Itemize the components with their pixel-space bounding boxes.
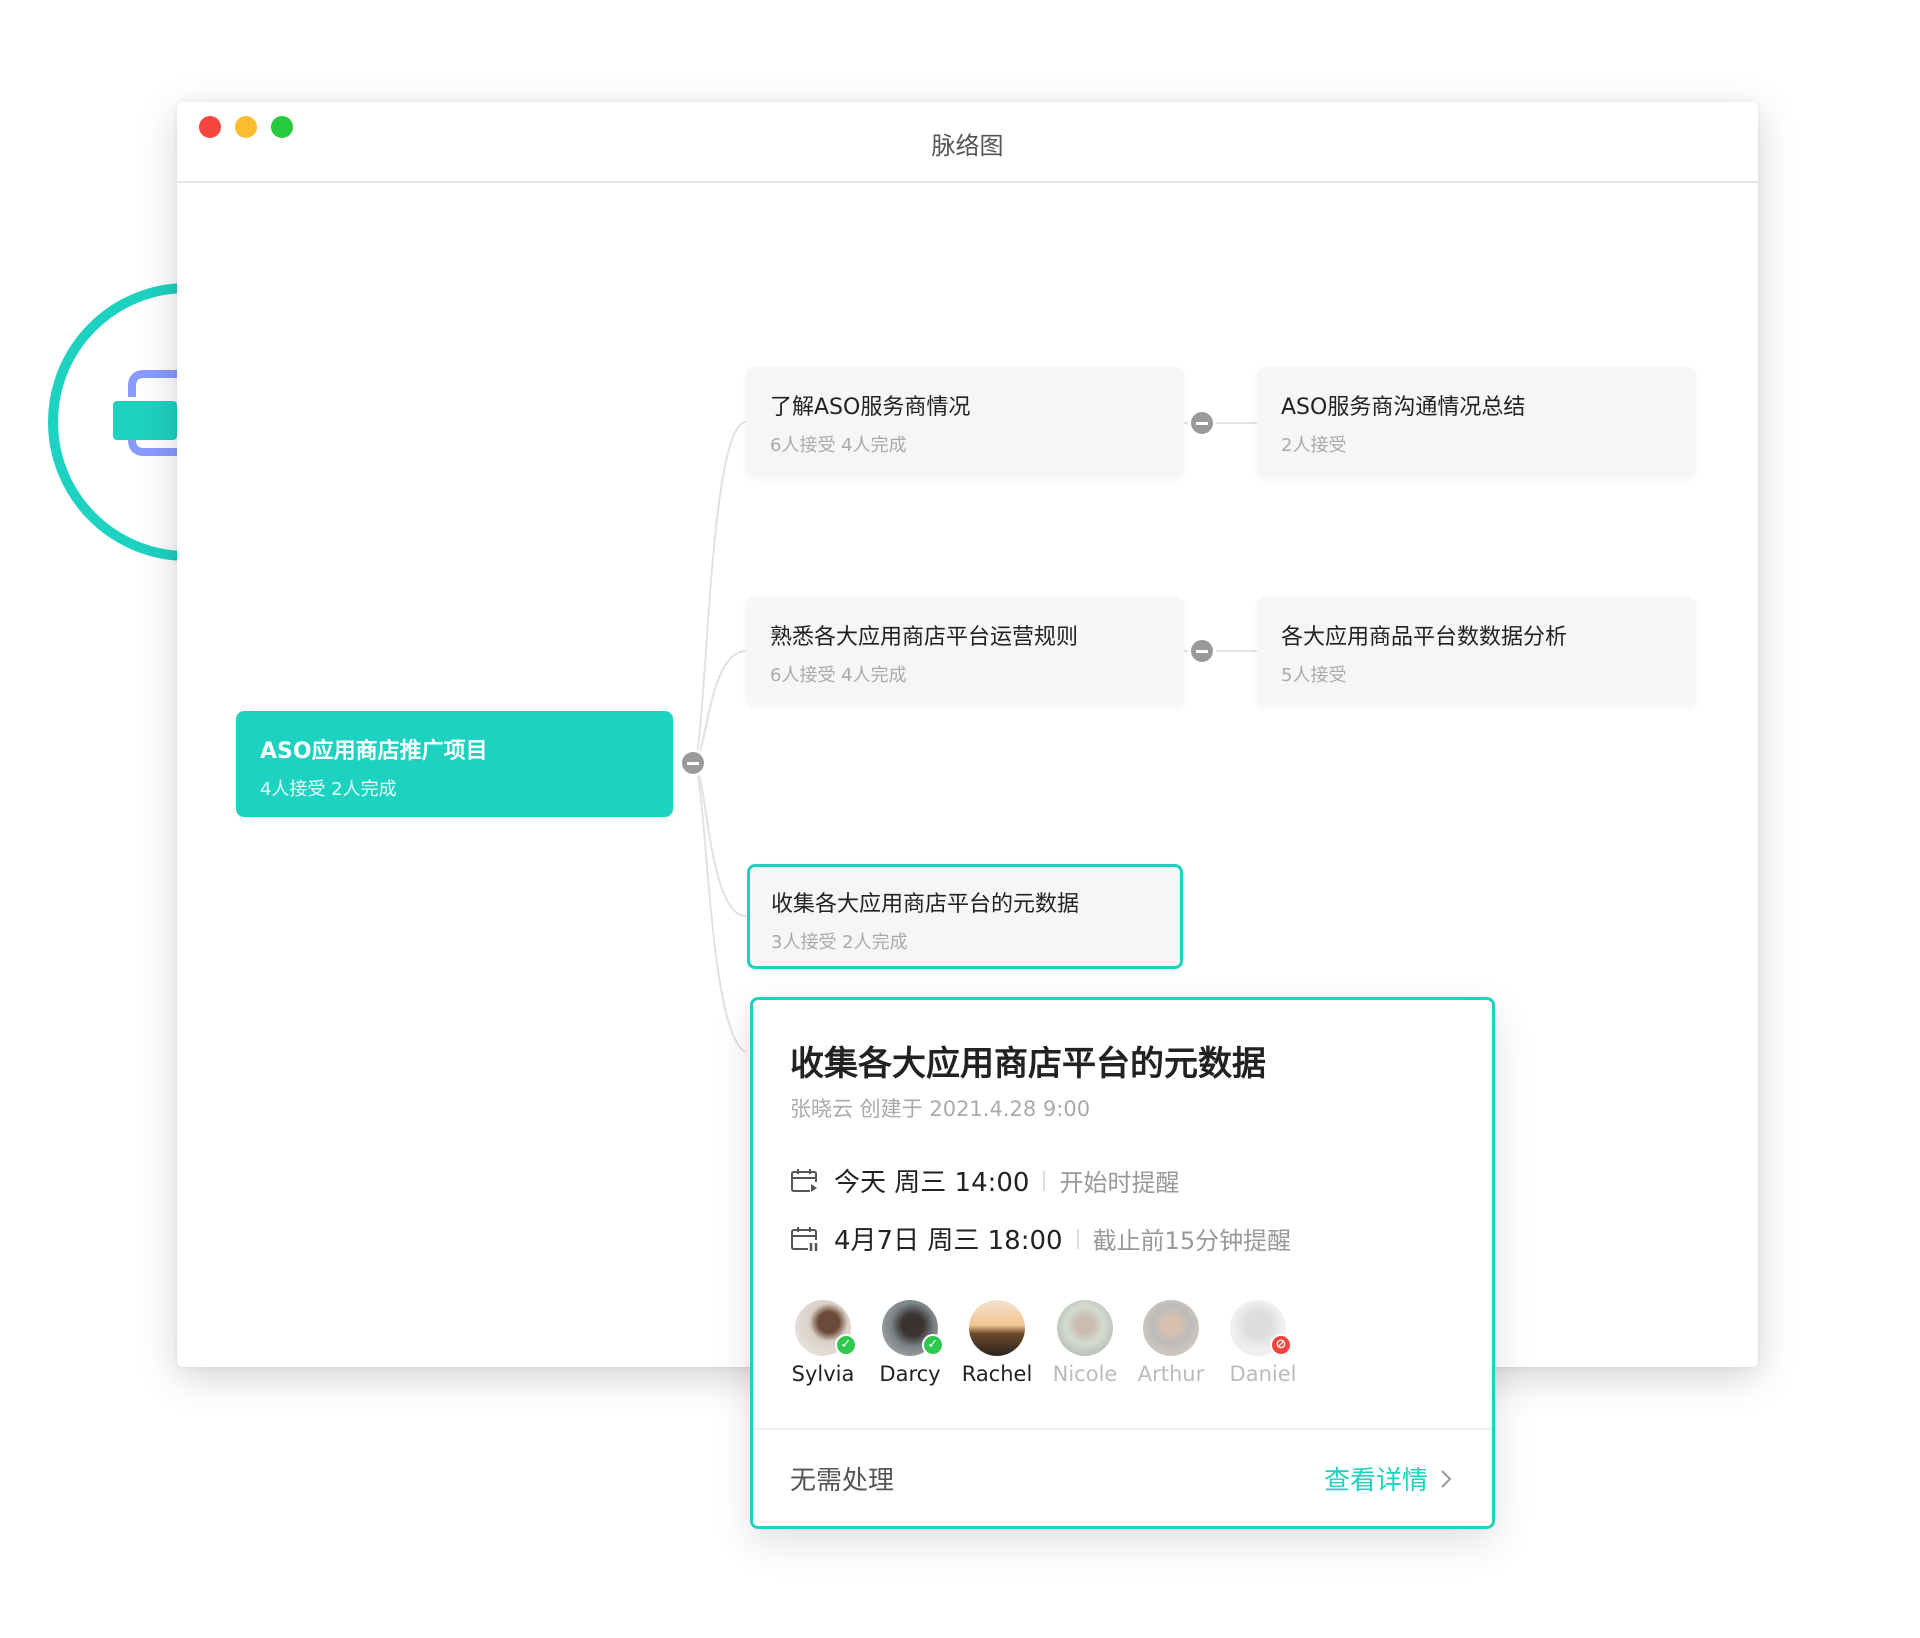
view-details-label: 查看详情 (1323, 1466, 1428, 1496)
collapse-button[interactable] (1188, 409, 1216, 437)
node-1[interactable]: 了解ASO服务商情况 6人接受 4人完成 (746, 367, 1184, 477)
node-3[interactable]: 熟悉各大应用商店平台运营规则 6人接受 4人完成 (746, 597, 1184, 706)
check-badge-icon: ✓ (835, 1334, 857, 1356)
member-name: Sylvia (791, 1362, 855, 1386)
avatar-arthur[interactable] (1143, 1300, 1199, 1356)
member-name: Arthur (1137, 1362, 1205, 1386)
node-stats: 3人接受 2人完成 (771, 932, 908, 953)
popup-creator: 张晓云 创建于 2021.4.28 9:00 (790, 1097, 1091, 1121)
node-title: 熟悉各大应用商店平台运营规则 (770, 625, 1079, 650)
node-stats: 2人接受 (1281, 435, 1347, 456)
avatar-sylvia[interactable]: ✓ (795, 1300, 857, 1356)
declined-badge-icon: ⊘ (1270, 1334, 1292, 1356)
connector-line (692, 421, 747, 764)
popup-title: 收集各大应用商店平台的元数据 (790, 1044, 1266, 1084)
start-time: 今天 周三 14:00 (834, 1168, 1030, 1198)
collapse-button[interactable] (679, 749, 707, 777)
due-time-row: 4月7日 周三 18:00 截止前15分钟提醒 (790, 1220, 1291, 1257)
no-action-label: 无需处理 (790, 1466, 895, 1496)
task-detail-popup: 收集各大应用商店平台的元数据 张晓云 创建于 2021.4.28 9:00 今天… (750, 997, 1495, 1529)
node-stats: 6人接受 4人完成 (770, 435, 907, 456)
calendar-start-icon (791, 1168, 817, 1192)
node-title: 收集各大应用商店平台的元数据 (771, 892, 1080, 917)
node-stats: 5人接受 (1281, 665, 1347, 686)
calendar-due-icon (791, 1226, 818, 1251)
node-5-selected[interactable]: 收集各大应用商店平台的元数据 3人接受 2人完成 (747, 864, 1183, 969)
node-stats: 6人接受 4人完成 (770, 665, 907, 686)
separator (1043, 1170, 1046, 1191)
chevron-right-icon (1441, 1469, 1452, 1488)
due-reminder: 截止前15分钟提醒 (1092, 1227, 1292, 1255)
avatar-rachel[interactable] (969, 1300, 1025, 1356)
due-time: 4月7日 周三 18:00 (834, 1226, 1063, 1256)
connector-line (692, 762, 747, 917)
node-4[interactable]: 各大应用商品平台数数据分析 5人接受 (1257, 597, 1696, 706)
start-reminder: 开始时提醒 (1059, 1169, 1180, 1197)
node-stats: 4人接受 2人完成 (260, 779, 397, 800)
member-name: Daniel (1229, 1362, 1297, 1386)
node-title: 了解ASO服务商情况 (770, 395, 971, 420)
node-title: ASO应用商店推广项目 (260, 739, 488, 764)
node-title: 各大应用商品平台数数据分析 (1281, 625, 1568, 650)
member-name: Darcy (879, 1362, 941, 1386)
start-time-row: 今天 周三 14:00 开始时提醒 (790, 1162, 1179, 1199)
check-badge-icon: ✓ (922, 1334, 944, 1356)
member-name: Nicole (1052, 1362, 1118, 1386)
member-name: Rachel (961, 1362, 1033, 1386)
avatar-darcy[interactable]: ✓ (882, 1300, 944, 1356)
connector-line (692, 762, 747, 1053)
divider (753, 1428, 1492, 1430)
node-title: ASO服务商沟通情况总结 (1281, 395, 1526, 420)
avatar-nicole[interactable] (1057, 1300, 1113, 1356)
view-details-link[interactable]: 查看详情 (1324, 1460, 1452, 1497)
root-node[interactable]: ASO应用商店推广项目 4人接受 2人完成 (236, 711, 673, 817)
separator (1076, 1228, 1079, 1249)
collapse-button[interactable] (1188, 637, 1216, 665)
avatar-daniel[interactable]: ⊘ (1230, 1300, 1292, 1356)
node-2[interactable]: ASO服务商沟通情况总结 2人接受 (1257, 367, 1696, 477)
